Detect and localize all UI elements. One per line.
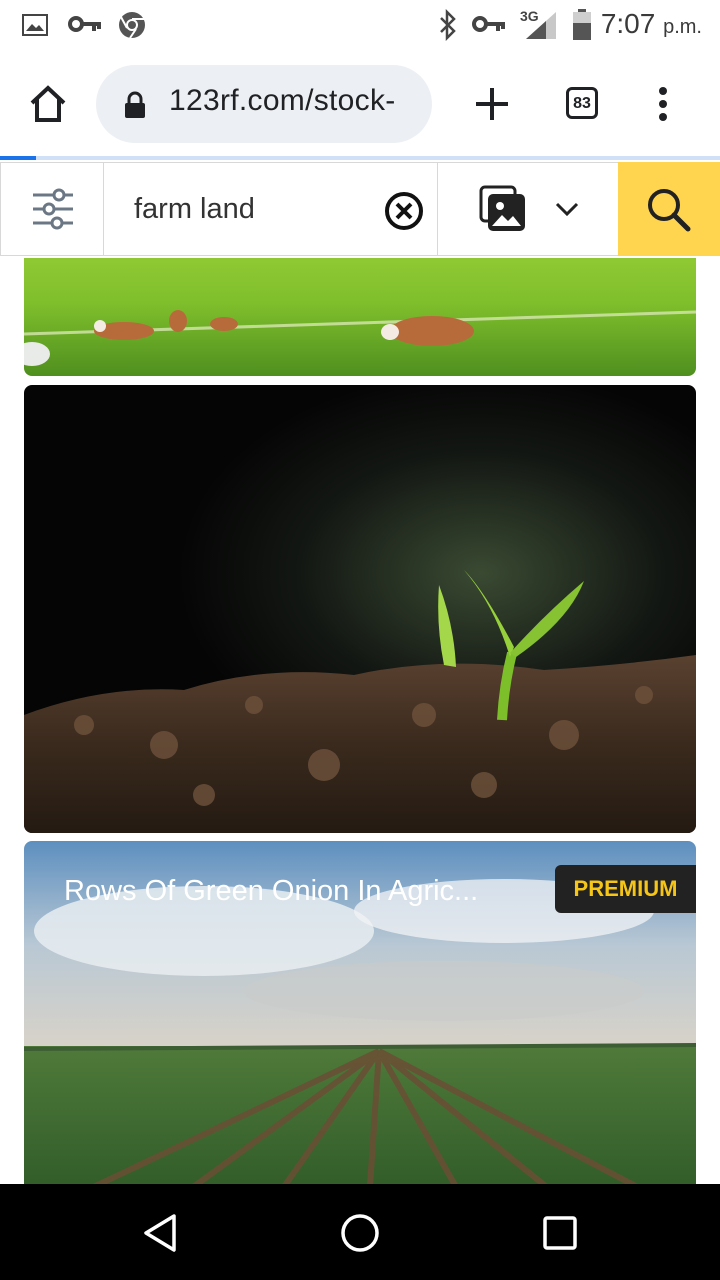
clock-time: 7:07 (600, 8, 656, 39)
browser-toolbar: 123rf.com/stock- 83 (0, 50, 720, 156)
tab-count: 83 (573, 95, 591, 112)
vpn-key-icon (472, 16, 505, 32)
search-icon (648, 189, 691, 232)
vpn-key-icon (68, 16, 101, 32)
chrome-icon (119, 12, 145, 39)
search-results: Rows Of Green Onion In Agric... PREMIUM (0, 258, 720, 1184)
search-input[interactable]: farm land (103, 162, 438, 256)
result-card[interactable] (24, 385, 696, 833)
bluetooth-icon (440, 9, 456, 41)
recents-icon[interactable] (542, 1215, 578, 1251)
media-type-dropdown[interactable] (437, 162, 619, 256)
site-search-bar: farm land (0, 160, 720, 259)
battery-icon (573, 9, 591, 40)
clear-search-icon[interactable] (384, 191, 424, 231)
filter-sliders-icon (33, 188, 73, 230)
search-query-text: farm land (134, 193, 255, 225)
url-text: 123rf.com/stock- (169, 84, 396, 117)
home-icon[interactable] (28, 84, 68, 124)
result-image-seedling (24, 385, 696, 833)
clock-ampm: p.m. (663, 16, 702, 38)
home-circle-icon[interactable] (340, 1213, 380, 1253)
tab-switcher-button[interactable]: 83 (566, 87, 598, 119)
lock-icon (125, 91, 145, 118)
gallery-icon (22, 14, 48, 36)
result-title: Rows Of Green Onion In Agric... (64, 875, 479, 907)
new-tab-icon[interactable] (474, 86, 510, 122)
signal-icon (526, 12, 556, 39)
search-button[interactable] (618, 162, 720, 256)
result-card[interactable] (24, 258, 696, 376)
clock: 7:07 p.m. (601, 8, 702, 40)
more-menu-icon[interactable] (656, 86, 670, 122)
image-type-icon (479, 185, 525, 231)
address-bar[interactable]: 123rf.com/stock- (96, 65, 432, 143)
back-icon[interactable] (141, 1213, 181, 1253)
system-navigation-bar (0, 1184, 720, 1280)
premium-badge: PREMIUM (555, 865, 696, 913)
status-bar: 3G 7:07 p.m. (0, 0, 720, 50)
chevron-down-icon (555, 202, 579, 217)
filters-button[interactable] (0, 162, 104, 256)
result-image-cows (24, 258, 696, 376)
result-card[interactable]: Rows Of Green Onion In Agric... PREMIUM (24, 841, 696, 1184)
